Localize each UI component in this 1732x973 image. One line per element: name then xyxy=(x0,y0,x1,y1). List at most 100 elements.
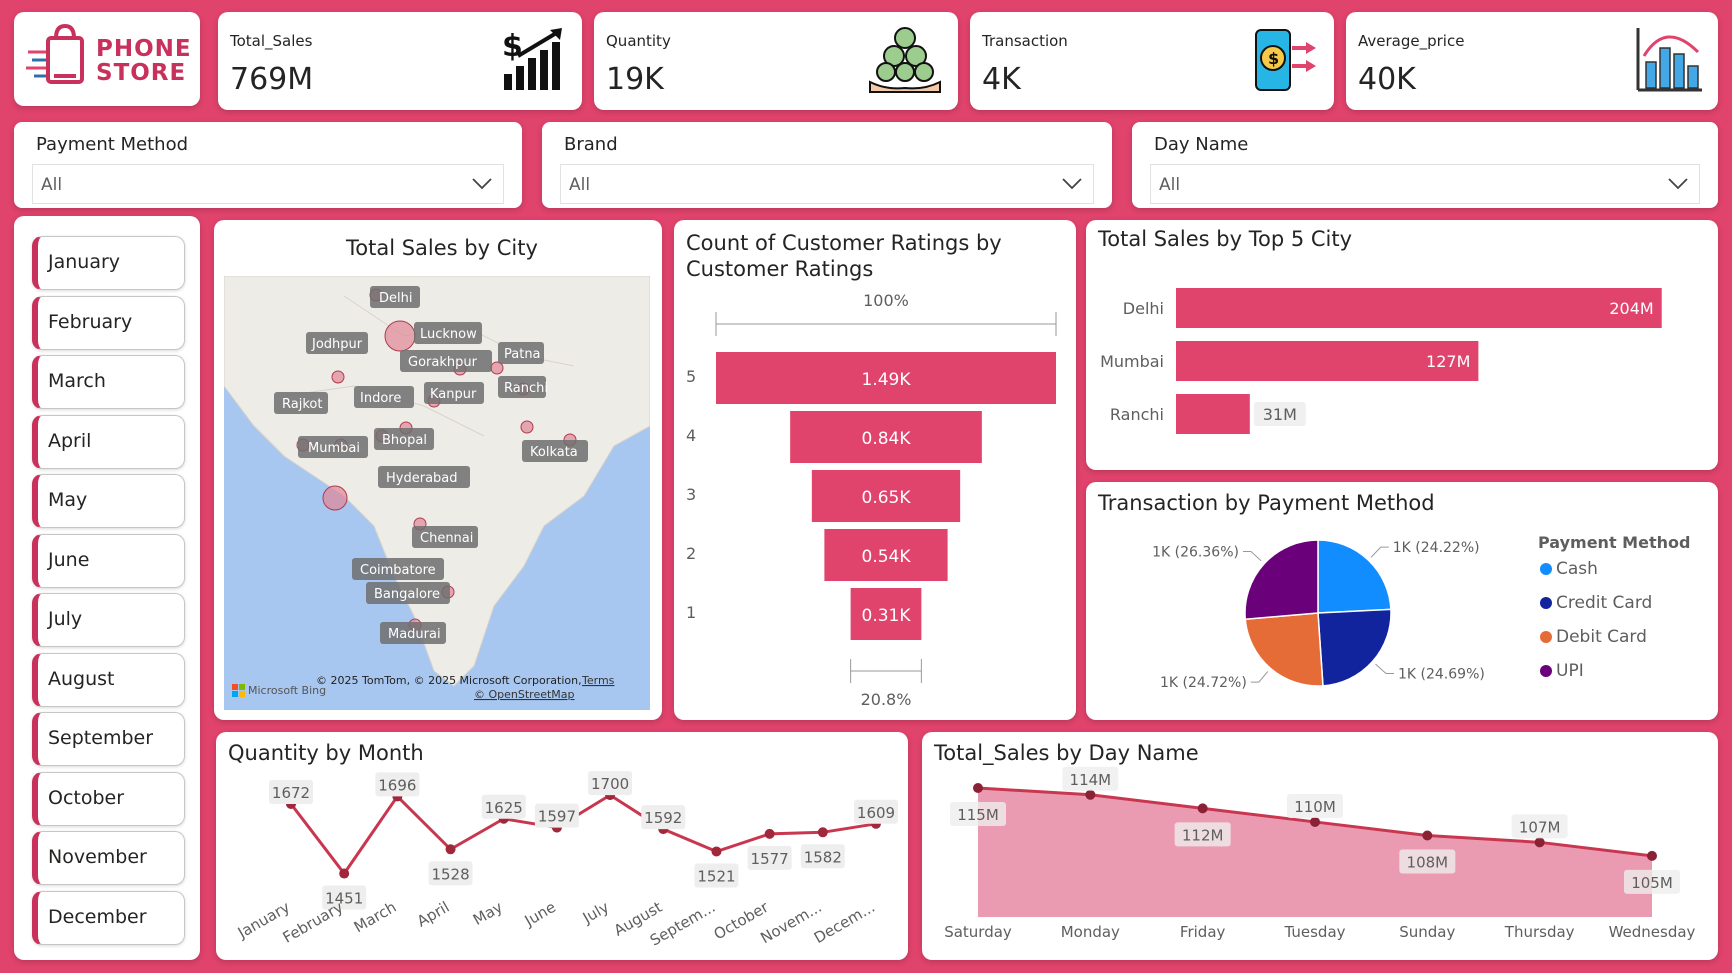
map-osm-link: © OpenStreetMap xyxy=(474,688,575,701)
brand-dropdown[interactable]: All xyxy=(560,164,1094,204)
month-slicer-panel: January February March April May June Ju… xyxy=(14,216,200,960)
city-bar-data-label: 127M xyxy=(1426,352,1470,371)
pie-leader-line xyxy=(1375,663,1394,674)
pie-slice[interactable] xyxy=(1244,612,1324,687)
month-button-november[interactable]: November xyxy=(32,831,185,885)
area-point[interactable] xyxy=(1085,789,1096,800)
area-point[interactable] xyxy=(1647,850,1657,861)
city-label-jodhpur: Jodhpur xyxy=(311,337,363,352)
area-x-tick-label: Tuesday xyxy=(1283,923,1345,941)
month-label: July xyxy=(48,608,83,630)
line-point[interactable] xyxy=(764,828,775,839)
dollar-growth-icon: $ xyxy=(502,28,562,90)
slicer-payment-method[interactable]: Payment Method All xyxy=(14,122,522,208)
slicer-title: Day Name xyxy=(1154,134,1249,155)
funnel-data-label: 1.49K xyxy=(862,370,912,390)
area-point[interactable] xyxy=(973,783,983,793)
month-label: December xyxy=(48,906,147,928)
payment-method-pie-chart[interactable]: Transaction by Payment Method 1K (24.22%)… xyxy=(1086,482,1718,720)
top-city-bar-card: Total Sales by Top 5 City Delhi 204M Mumbai… xyxy=(1086,220,1718,470)
line-x-tick-label: May xyxy=(470,898,506,929)
kpi-card-quantity: Quantity 19K xyxy=(594,12,958,110)
area-x-tick-label: Monday xyxy=(1061,923,1120,941)
area-point[interactable] xyxy=(1534,837,1545,848)
sales-by-day-area-chart[interactable]: Total_Sales by Day Name 115M Saturday 114M M… xyxy=(922,732,1718,960)
kpi-value: 19K xyxy=(606,62,664,97)
area-point[interactable] xyxy=(1422,830,1433,841)
area-data-label: 115M xyxy=(957,806,999,824)
pie-slice[interactable] xyxy=(1317,608,1392,687)
month-button-august[interactable]: August xyxy=(32,653,185,707)
month-button-september[interactable]: September xyxy=(32,712,185,766)
city-label-indore: Indore xyxy=(360,391,401,406)
city-label-mumbai: Mumbai xyxy=(308,441,360,456)
pie-legend-label[interactable]: Debit Card xyxy=(1556,627,1647,647)
customer-ratings-funnel[interactable]: Count of Customer Ratings byCustomer Rat… xyxy=(674,220,1076,720)
month-label: February xyxy=(48,311,133,333)
svg-text:$: $ xyxy=(1268,49,1279,68)
city-label-madurai: Madurai xyxy=(388,627,441,642)
area-point[interactable] xyxy=(1197,803,1208,814)
city-bar-category-label: Mumbai xyxy=(1100,352,1164,371)
city-bar-title: Total Sales by Top 5 City xyxy=(1097,227,1352,251)
quantity-by-month-line-chart[interactable]: Quantity by Month16721451169615281625 159… xyxy=(216,732,908,960)
shopping-bag-logo-icon xyxy=(26,23,84,84)
pie-slice[interactable] xyxy=(1317,539,1392,614)
kpi-label: Quantity xyxy=(606,32,671,50)
area-data-label: 108M xyxy=(1407,854,1449,872)
pie-legend-label[interactable]: Credit Card xyxy=(1556,593,1652,613)
month-label: September xyxy=(48,727,154,749)
month-label: April xyxy=(48,430,92,452)
slicer-day-name[interactable]: Day Name All xyxy=(1132,122,1718,208)
chevron-down-icon xyxy=(1668,178,1688,190)
line-data-label: 1625 xyxy=(485,799,523,817)
month-button-october[interactable]: October xyxy=(32,772,185,826)
month-button-december[interactable]: December xyxy=(32,891,185,945)
city-label-lucknow: Lucknow xyxy=(420,327,477,342)
pie-legend-marker xyxy=(1540,665,1552,677)
funnel-top-percent: 100% xyxy=(863,291,909,310)
city-label-kanpur: Kanpur xyxy=(430,387,477,402)
city-label-delhi: Delhi xyxy=(379,291,412,306)
line-point[interactable] xyxy=(711,846,722,857)
logo-card: PHONE STORE xyxy=(14,12,200,106)
city-label-bangalore: Bangalore xyxy=(374,587,440,602)
city-bar[interactable] xyxy=(1176,394,1250,434)
slicer-brand[interactable]: Brand All xyxy=(542,122,1112,208)
month-button-july[interactable]: July xyxy=(32,593,185,647)
pie-legend-label[interactable]: UPI xyxy=(1556,661,1584,681)
city-sales-map[interactable]: Delhi Jodhpur Lucknow Gorakhpur Patna Ra… xyxy=(224,276,650,710)
pie-slice[interactable] xyxy=(1244,539,1319,621)
month-button-april[interactable]: April xyxy=(32,415,185,469)
city-bar[interactable] xyxy=(1176,288,1662,328)
month-button-june[interactable]: June xyxy=(32,534,185,588)
top-city-bar-chart[interactable]: Total Sales by Top 5 City Delhi 204M Mumbai… xyxy=(1086,220,1718,470)
city-label-patna: Patna xyxy=(504,347,541,362)
line-data-label: 1592 xyxy=(644,809,682,827)
kpi-value: 4K xyxy=(982,62,1021,97)
line-title: Quantity by Month xyxy=(228,741,424,765)
logo-text-store: STORE xyxy=(96,60,187,86)
month-button-march[interactable]: March xyxy=(32,355,185,409)
area-point[interactable] xyxy=(1310,816,1320,827)
chevron-down-icon xyxy=(1062,178,1082,190)
funnel-category-label: 4 xyxy=(686,426,696,445)
payment-method-dropdown[interactable]: All xyxy=(32,164,504,204)
month-button-february[interactable]: February xyxy=(32,296,185,350)
month-button-may[interactable]: May xyxy=(32,474,185,528)
line-point[interactable] xyxy=(445,844,456,855)
city-label-chennai: Chennai xyxy=(420,531,473,546)
map-title: Total Sales by City xyxy=(346,236,538,260)
funnel-top-bracket xyxy=(715,312,1057,336)
line-point[interactable] xyxy=(817,827,828,838)
area-data-label: 114M xyxy=(1070,771,1112,789)
pie-legend-label[interactable]: Cash xyxy=(1556,559,1598,579)
funnel-data-label: 0.54K xyxy=(862,547,912,567)
funnel-bottom-percent: 20.8% xyxy=(861,690,912,709)
pie-data-label: 1K (24.69%) xyxy=(1398,666,1485,682)
month-button-january[interactable]: January xyxy=(32,236,185,290)
line-point[interactable] xyxy=(339,868,350,879)
month-label: May xyxy=(48,489,88,511)
line-x-tick-label: February xyxy=(280,898,347,947)
day-name-dropdown[interactable]: All xyxy=(1150,164,1700,204)
